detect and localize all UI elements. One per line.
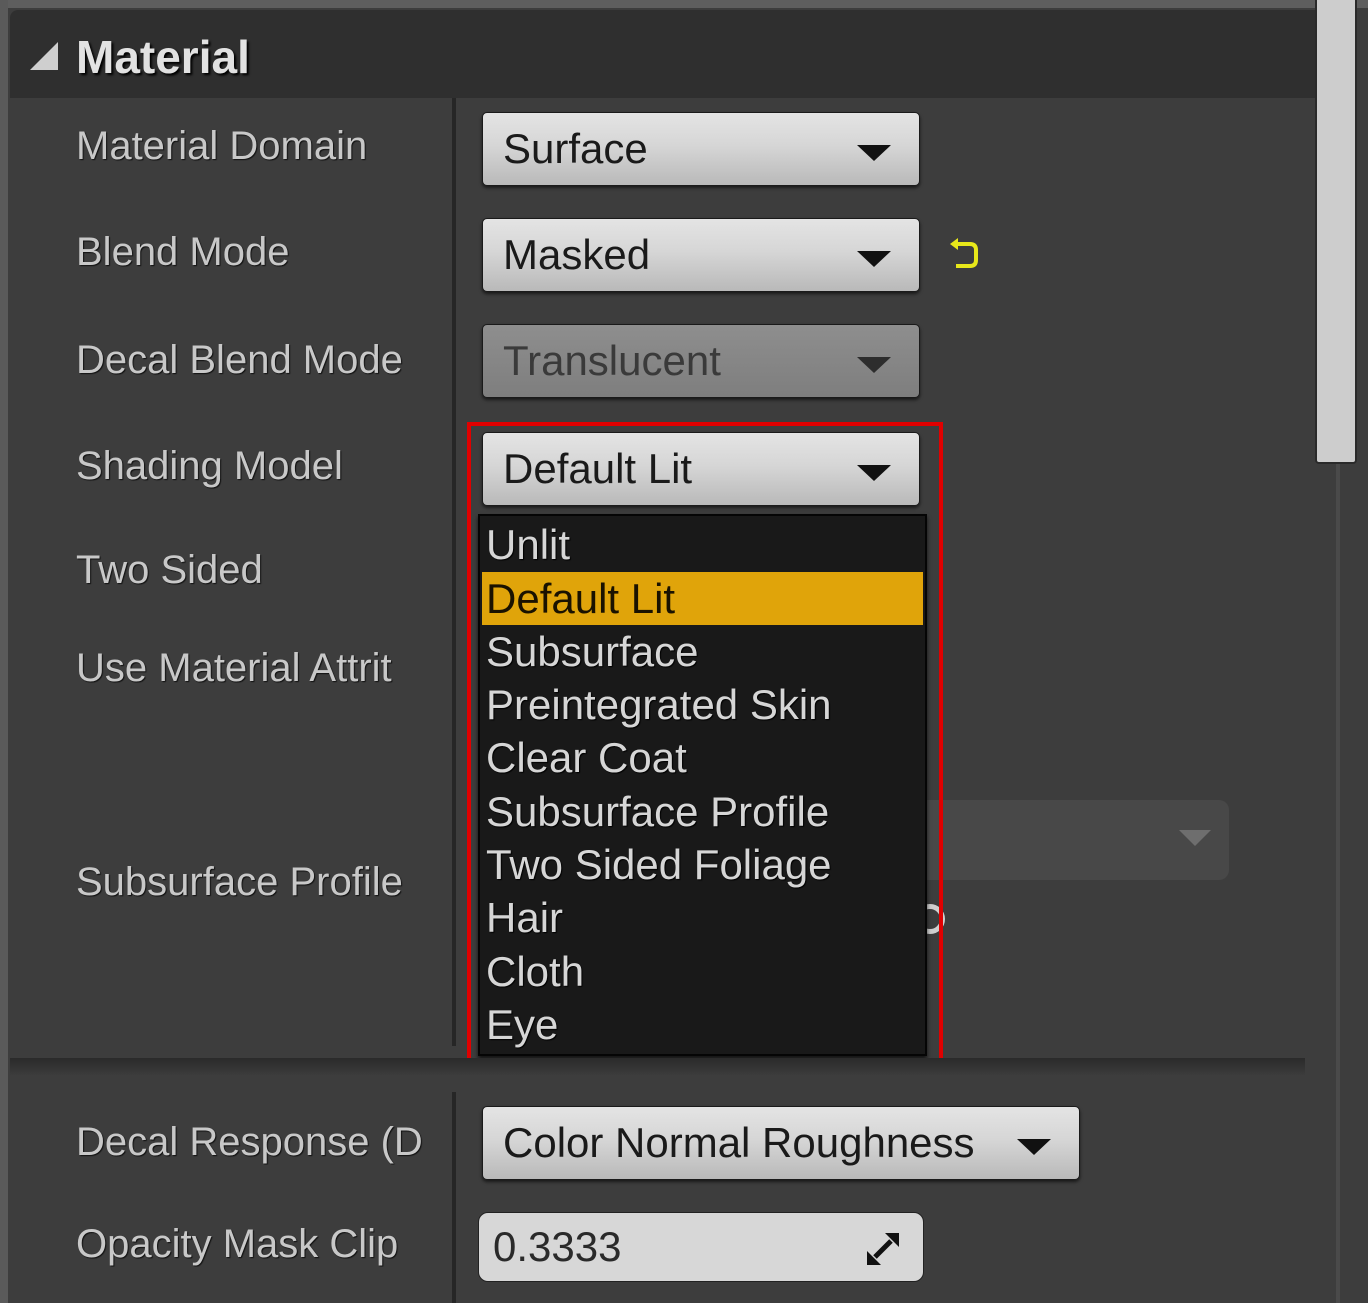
dropdown-arrow-icon — [857, 251, 891, 267]
column-divider[interactable] — [452, 1092, 456, 1303]
material-section-header[interactable]: Material — [10, 10, 1315, 98]
details-panel: Material Material Domain Blend Mode Deca… — [0, 0, 1368, 1303]
combo-value: Translucent — [503, 337, 721, 384]
property-label-shading-model: Shading Model — [76, 444, 343, 488]
property-label-use-material-attributes: Use Material Attrit — [76, 646, 392, 690]
dropdown-arrow-icon — [857, 357, 891, 373]
dropdown-arrow-icon — [1179, 830, 1211, 846]
dropdown-arrow-icon — [857, 145, 891, 161]
material-domain-combo[interactable]: Surface — [482, 112, 920, 186]
collapse-triangle-icon[interactable] — [30, 42, 58, 70]
blend-mode-combo[interactable]: Masked — [482, 218, 920, 292]
property-label-material-domain: Material Domain — [76, 124, 368, 168]
property-label-decal-blend-mode: Decal Blend Mode — [76, 338, 403, 382]
section-title: Material — [76, 31, 250, 83]
combo-value: Surface — [503, 125, 648, 172]
combo-value: Color Normal Roughness — [503, 1119, 975, 1166]
property-label-decal-response: Decal Response (D — [76, 1120, 423, 1164]
property-label-two-sided: Two Sided — [76, 548, 263, 592]
annotation-highlight-box — [467, 422, 943, 1076]
decal-response-combo[interactable]: Color Normal Roughness — [482, 1106, 1080, 1180]
section-separator — [10, 1058, 1305, 1076]
drag-resize-arrows-icon[interactable] — [865, 1231, 901, 1267]
property-label-subsurface-profile: Subsurface Profile — [76, 860, 403, 904]
panel-top-edge — [0, 0, 1368, 8]
numeric-value: 0.3333 — [493, 1223, 622, 1270]
panel-left-edge — [0, 0, 8, 1303]
reset-to-default-arrow-icon[interactable] — [948, 236, 982, 272]
dropdown-arrow-icon — [1017, 1139, 1051, 1155]
decal-blend-mode-combo: Translucent — [482, 324, 920, 398]
combo-value: Masked — [503, 231, 651, 278]
subsurface-profile-combo[interactable] — [927, 800, 1229, 880]
column-divider[interactable] — [452, 98, 456, 1046]
scrollbar-thumb[interactable] — [1315, 0, 1357, 464]
property-label-opacity-mask-clip: Opacity Mask Clip — [76, 1222, 399, 1266]
opacity-mask-clip-value-field[interactable]: 0.3333 — [478, 1212, 924, 1282]
property-label-blend-mode: Blend Mode — [76, 230, 290, 274]
